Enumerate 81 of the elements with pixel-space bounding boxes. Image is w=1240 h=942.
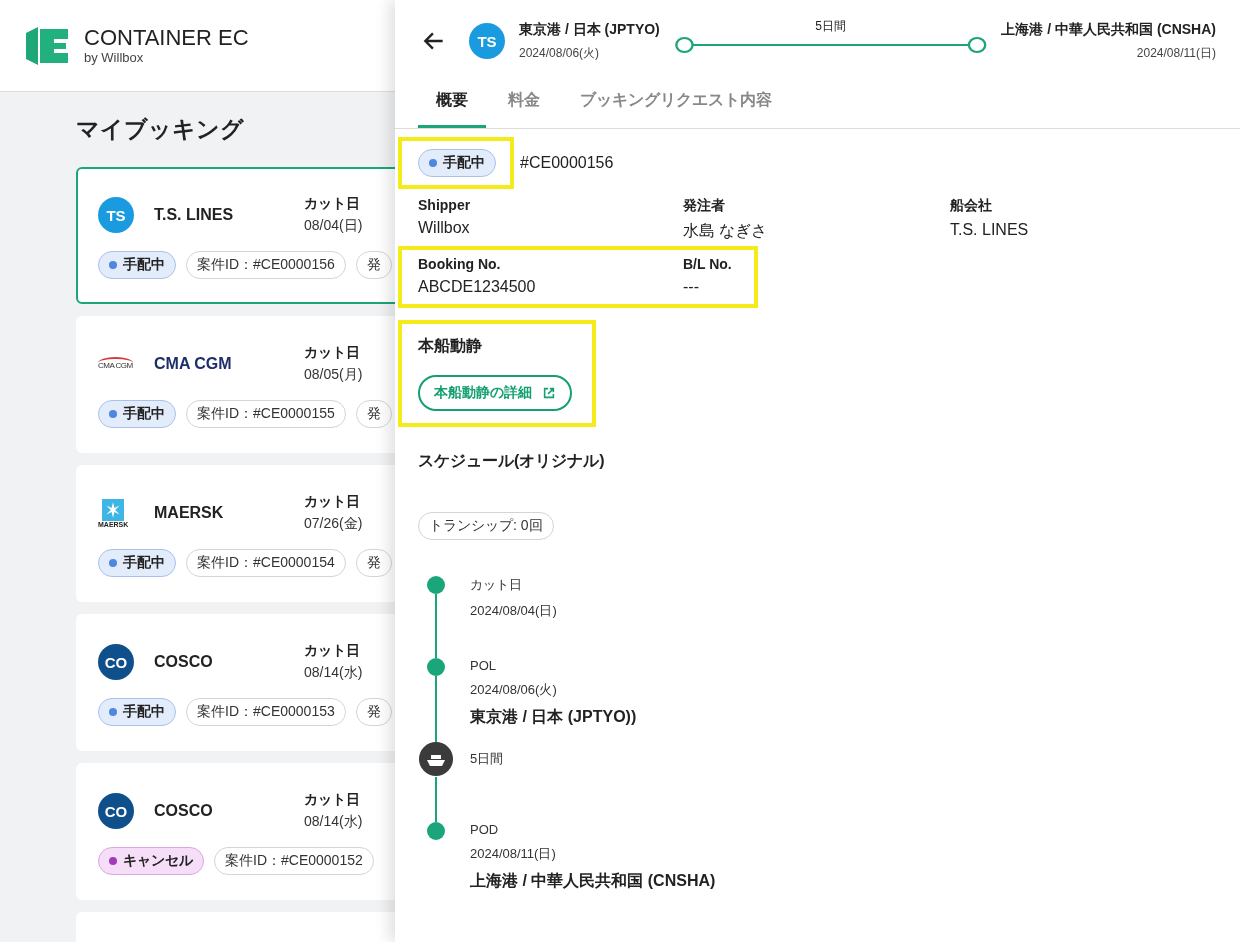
cut-label: カット日	[304, 642, 361, 660]
status-label: キャンセル	[123, 852, 193, 870]
cut-date: 08/05(月)	[304, 366, 363, 384]
carrier-name: T.S. LINES	[154, 206, 235, 224]
case-id-chip: 案件ID：#CE0000156	[186, 251, 346, 279]
timeline-connector	[435, 777, 437, 822]
carrier-name: COSCO	[154, 653, 214, 671]
booking-card[interactable]: TS T.S. LINES カット日 08/04(日) 手配中 案件ID：#CE0000156 発	[76, 167, 395, 304]
cut-label: カット日	[304, 344, 361, 362]
timeline-place: 東京港 / 日本 (JPTYO))	[470, 707, 637, 727]
booking-card[interactable]: CMA CGM CMA CGM カット日 08/05(月) 手配中 案件ID：#CE0000155 発	[76, 316, 395, 453]
section-title: スケジュール(オリジナル)	[418, 451, 606, 471]
cut-label: カット日	[304, 195, 361, 213]
status-label: 手配中	[123, 256, 165, 274]
cut-date: 08/14(水)	[304, 664, 363, 682]
status-label: 手配中	[443, 154, 485, 172]
cut-label: カット日	[304, 791, 361, 809]
field-value: ---	[683, 278, 700, 296]
carrier-avatar: TS	[469, 23, 505, 59]
brand-tagline: by Willbox	[84, 50, 145, 65]
cut-label: カット日	[304, 493, 361, 511]
field-label: B/L No.	[683, 256, 733, 272]
case-id-chip: 案件ID：#CE0000155	[186, 400, 346, 428]
carrier-avatar: CO	[98, 644, 134, 680]
duration-label: 5日間	[815, 17, 846, 35]
status-label: 手配中	[123, 703, 165, 721]
field-label: 発注者	[683, 197, 726, 215]
tab[interactable]: 概要	[418, 82, 486, 128]
timeline-date: 2024/08/04(日)	[470, 602, 557, 620]
carrier-avatar: CO	[98, 793, 134, 829]
timeline-dot	[427, 822, 445, 840]
section-title: 本船動静	[418, 336, 482, 356]
field-label: Booking No.	[418, 256, 502, 272]
tab[interactable]: ブッキングリクエスト内容	[562, 82, 790, 128]
timeline-place: 上海港 / 中華人民共和国 (CNSHA)	[470, 871, 716, 891]
booking-card[interactable]: CO COSCO カット日 08/14(水) 手配中 案件ID：#CE0000153 発	[76, 614, 395, 751]
timeline-label: POL	[470, 658, 497, 673]
orderer-chip: 発	[355, 698, 392, 726]
timeline-label: 5日間	[470, 750, 504, 768]
brand-name: CONTAINER EC	[84, 26, 249, 50]
origin-date: 2024/08/06(火)	[519, 44, 601, 62]
transship-chip: トランシップ: 0回	[418, 512, 554, 540]
timeline-dot	[427, 576, 445, 594]
tab[interactable]: 料金	[490, 82, 558, 128]
field-value: ABCDE1234500	[418, 278, 537, 296]
orderer-chip: 発	[355, 251, 392, 279]
case-id-chip: 案件ID：#CE0000152	[214, 847, 374, 875]
page-title: マイブッキング	[76, 115, 245, 144]
booking-card[interactable]: CO COSCO カット日 08/14(水) キャンセル 案件ID：#CE0000152	[76, 763, 395, 900]
case-id-chip: 案件ID：#CE0000154	[186, 549, 346, 577]
status-label: 手配中	[123, 405, 165, 423]
carrier-name: COSCO	[154, 802, 214, 820]
field-label: 船会社	[950, 197, 993, 215]
timeline-label: POD	[470, 822, 500, 837]
carrier-logo: CMA CGM	[98, 356, 133, 372]
status-label: 手配中	[123, 554, 165, 572]
orderer-chip: 発	[355, 549, 392, 577]
cut-date: 08/14(水)	[304, 813, 363, 831]
timeline-date: 2024/08/11(日)	[470, 845, 557, 863]
ship-icon	[418, 741, 454, 777]
timeline-date: 2024/08/06(火)	[470, 681, 558, 699]
logo-icon	[24, 24, 70, 67]
destination-port: 上海港 / 中華人民共和国 (CNSHA)	[1001, 20, 1216, 39]
cut-date: 07/26(金)	[304, 515, 363, 533]
cut-date: 08/04(日)	[304, 217, 363, 235]
carrier-avatar: TS	[98, 197, 134, 233]
case-id-chip: 案件ID：#CE0000153	[186, 698, 346, 726]
destination-date: 2024/08/11(日)	[1136, 44, 1216, 62]
field-label: Shipper	[418, 197, 472, 213]
orderer-chip: 発	[355, 400, 392, 428]
origin-port: 東京港 / 日本 (JPTYO)	[519, 20, 660, 39]
external-link-icon	[542, 386, 556, 400]
case-number: #CE0000156	[520, 154, 614, 172]
timeline-connector	[435, 594, 437, 658]
timeline-label: カット日	[470, 576, 523, 594]
carrier-name: MAERSK	[154, 504, 225, 522]
field-value: Willbox	[418, 219, 471, 237]
timeline-dot	[427, 658, 445, 676]
field-value: 水島 なぎさ	[683, 221, 769, 241]
field-value: T.S. LINES	[950, 221, 1030, 239]
carrier-name: CMA CGM	[154, 355, 233, 373]
